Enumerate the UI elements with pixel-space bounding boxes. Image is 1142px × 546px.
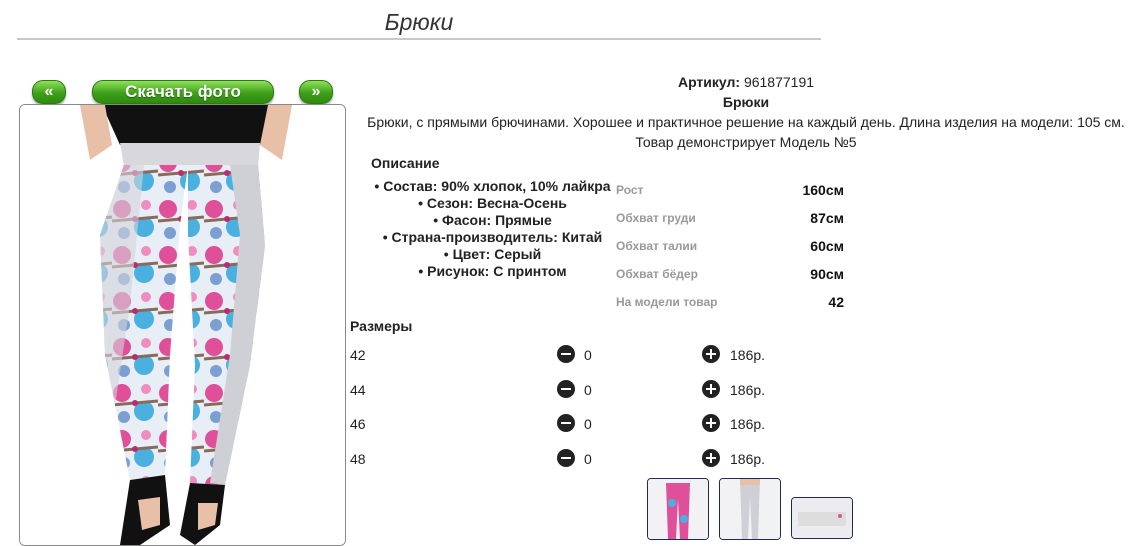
quantity-value: 0	[584, 347, 592, 363]
thumbnail-1[interactable]	[647, 478, 709, 540]
plus-circle-icon[interactable]	[702, 380, 720, 398]
product-photo[interactable]	[19, 104, 346, 546]
minus-circle-icon[interactable]	[557, 449, 575, 467]
price-value: 186р.	[730, 451, 766, 467]
thumbnail-2[interactable]	[719, 478, 781, 540]
product-name: Брюки	[722, 94, 770, 110]
measurement-row: На модели товар 42	[616, 288, 844, 316]
prev-photo-button[interactable]: «	[32, 80, 66, 104]
size-label: 44	[350, 382, 366, 398]
measurement-row: Обхват груди 87см	[616, 204, 844, 232]
thumbnail-image	[648, 479, 708, 539]
minus-circle-icon[interactable]	[557, 345, 575, 363]
size-row: 48 0 186р.	[350, 448, 800, 472]
plus-circle-icon[interactable]	[702, 414, 720, 432]
measurement-value: 87см	[810, 210, 844, 226]
description-heading: Описание	[371, 155, 440, 171]
minus-circle-icon[interactable]	[557, 414, 575, 432]
measurement-value: 90см	[810, 266, 844, 282]
model-note: Товар демонстрирует Модель №5	[635, 134, 857, 150]
measurement-row: Обхват бёдер 90см	[616, 260, 844, 288]
size-row: 46 0 186р.	[350, 413, 800, 437]
measurement-row: Обхват талии 60см	[616, 232, 844, 260]
property-item: Состав: 90% хлопок, 10% лайкра	[360, 178, 625, 195]
measurement-label: На модели товар	[616, 295, 718, 309]
property-item: Сезон: Весна-Осень	[360, 195, 625, 212]
product-info: Артикул: 961877191 Брюки Брюки, с прямым…	[350, 72, 1142, 152]
properties-list: Состав: 90% хлопок, 10% лайкра Сезон: Ве…	[360, 178, 625, 280]
article-value: 961877191	[743, 74, 815, 90]
quantity-value: 0	[584, 451, 592, 467]
price-value: 186р.	[730, 416, 766, 432]
price-value: 186р.	[730, 382, 766, 398]
thumbnail-image	[792, 498, 852, 538]
measurement-label: Рост	[616, 183, 644, 197]
property-item: Фасон: Прямые	[360, 212, 625, 229]
measurement-row: Рост 160см	[616, 176, 844, 204]
measurement-value: 160см	[802, 182, 844, 198]
measurement-value: 60см	[810, 238, 844, 254]
pants-photo-image	[20, 105, 345, 545]
property-item: Страна-производитель: Китай	[360, 229, 625, 246]
sizes-heading: Размеры	[350, 318, 413, 334]
product-description: Брюки, с прямыми брючинами. Хорошее и пр…	[367, 114, 1125, 130]
size-row: 44 0 186р.	[350, 379, 800, 403]
article-line: Артикул: 961877191	[350, 72, 1142, 92]
thumbnail-3[interactable]	[791, 497, 853, 539]
size-label: 48	[350, 451, 366, 467]
property-item: Цвет: Серый	[360, 246, 625, 263]
page-title: Брюки	[17, 0, 821, 40]
size-label: 46	[350, 416, 366, 432]
quantity-value: 0	[584, 382, 592, 398]
next-photo-button[interactable]: »	[299, 80, 333, 104]
measurement-value: 42	[828, 294, 844, 310]
minus-circle-icon[interactable]	[557, 380, 575, 398]
size-label: 42	[350, 347, 366, 363]
measurement-label: Обхват бёдер	[616, 267, 698, 281]
price-value: 186р.	[730, 347, 766, 363]
model-measurements: Рост 160см Обхват груди 87см Обхват тали…	[616, 176, 844, 316]
measurement-label: Обхват талии	[616, 239, 698, 253]
size-row: 42 0 186р.	[350, 344, 800, 368]
property-item: Рисунок: С принтом	[360, 263, 625, 280]
plus-circle-icon[interactable]	[702, 345, 720, 363]
download-photo-button[interactable]: Скачать фото	[92, 80, 274, 104]
measurement-label: Обхват груди	[616, 211, 696, 225]
page-title-text: Брюки	[384, 9, 454, 35]
plus-circle-icon[interactable]	[702, 449, 720, 467]
article-label: Артикул:	[677, 74, 741, 90]
thumbnail-image	[720, 479, 780, 539]
quantity-value: 0	[584, 416, 592, 432]
